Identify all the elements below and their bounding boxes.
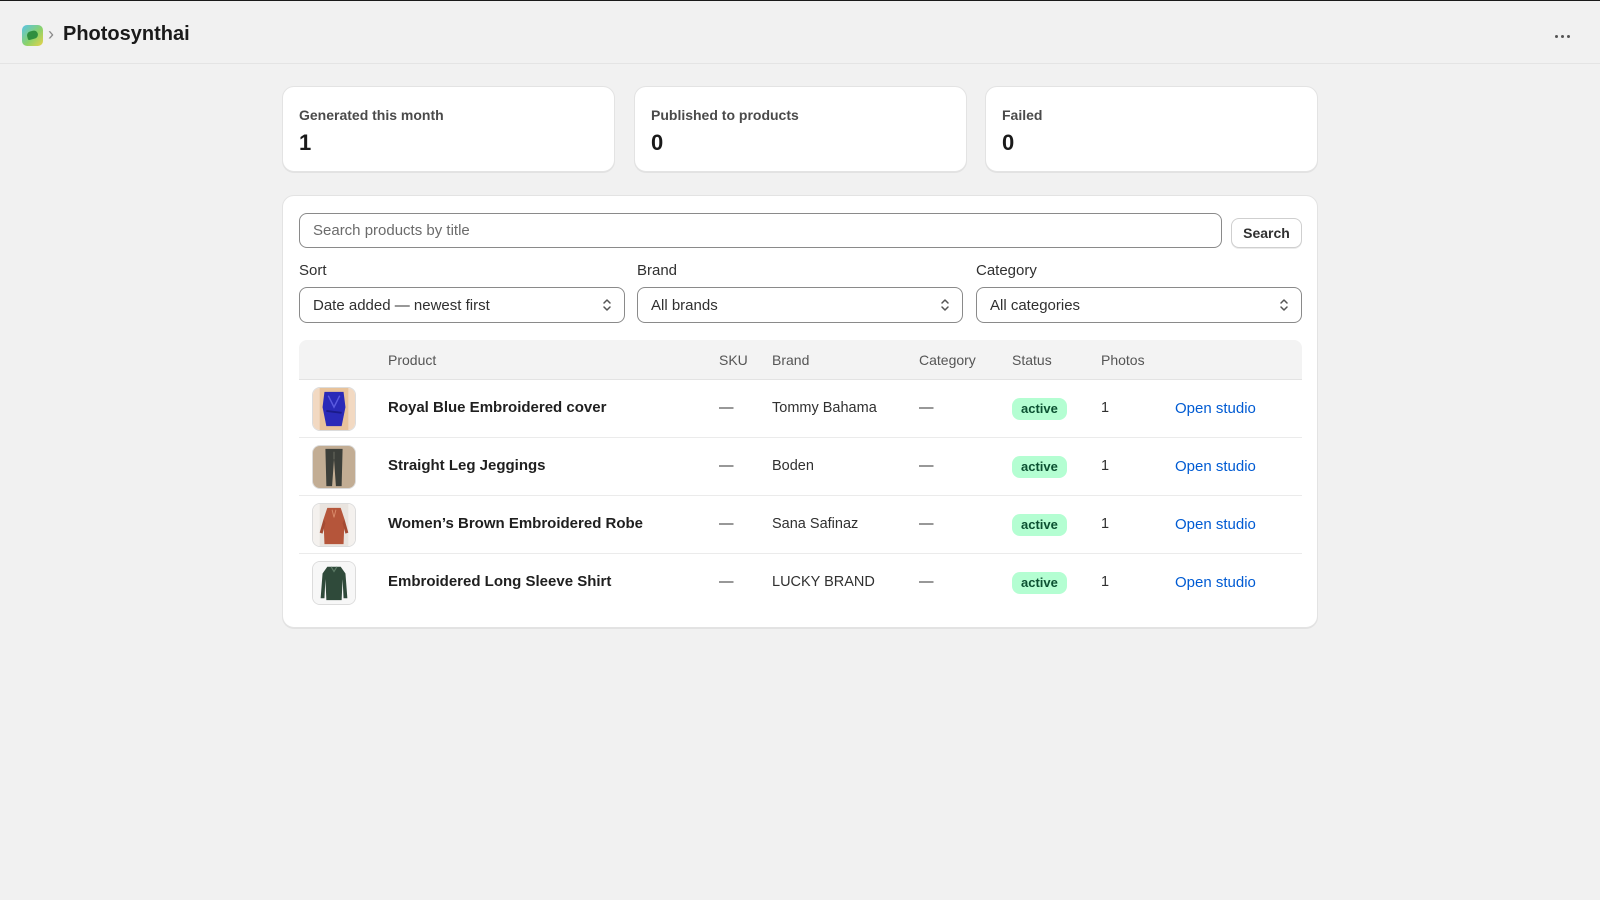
- open-studio-link[interactable]: Open studio: [1175, 400, 1256, 417]
- category-label: Category: [976, 262, 1037, 279]
- table-row[interactable]: Women’s Brown Embroidered Robe — Sana Sa…: [299, 496, 1302, 554]
- select-chevrons-icon: [941, 299, 949, 311]
- product-thumbnail: [312, 503, 356, 547]
- sku-value: —: [719, 574, 734, 590]
- column-header-product: Product: [388, 352, 437, 368]
- stat-label: Generated this month: [299, 107, 444, 123]
- product-title: Embroidered Long Sleeve Shirt: [388, 573, 612, 590]
- stat-card-failed: Failed 0: [985, 86, 1318, 172]
- category-value: —: [919, 458, 934, 474]
- products-table: Product SKU Brand Category Status Photos: [299, 340, 1302, 612]
- top-bar: › Photosynthai: [0, 2, 1600, 64]
- photos-count: 1: [1101, 516, 1110, 532]
- column-header-brand: Brand: [772, 352, 810, 368]
- dark-jeggings-icon: [313, 446, 355, 488]
- category-value: —: [919, 400, 934, 416]
- column-header-category: Category: [919, 352, 976, 368]
- royal-blue-garment-icon: [313, 388, 355, 430]
- green-shirt-icon: [313, 562, 355, 604]
- sort-select-value: Date added — newest first: [313, 297, 490, 314]
- stat-card-generated: Generated this month 1: [282, 86, 615, 172]
- photos-count: 1: [1101, 458, 1110, 474]
- search-input[interactable]: [299, 213, 1222, 248]
- product-thumbnail: [312, 445, 356, 489]
- brand-select-value: All brands: [651, 297, 718, 314]
- status-badge: active: [1012, 456, 1067, 478]
- category-select-value: All categories: [990, 297, 1081, 314]
- breadcrumb-separator: ›: [48, 24, 54, 44]
- photos-count: 1: [1101, 400, 1110, 416]
- product-thumbnail: [312, 561, 356, 605]
- column-header-sku: SKU: [719, 352, 748, 368]
- stat-value: 0: [1002, 130, 1015, 155]
- brand-value: Tommy Bahama: [772, 400, 877, 416]
- column-header-photos: Photos: [1101, 352, 1145, 368]
- open-studio-link[interactable]: Open studio: [1175, 574, 1256, 591]
- open-studio-link[interactable]: Open studio: [1175, 458, 1256, 475]
- brand-value: Sana Safinaz: [772, 516, 859, 532]
- product-title: Straight Leg Jeggings: [388, 457, 546, 474]
- category-value: —: [919, 574, 934, 590]
- app-leaf-icon[interactable]: [22, 25, 43, 46]
- brand-value: Boden: [772, 458, 814, 474]
- stat-value: 1: [299, 130, 312, 155]
- brand-label: Brand: [637, 262, 678, 279]
- photos-count: 1: [1101, 574, 1110, 590]
- search-button[interactable]: Search: [1231, 218, 1302, 248]
- stat-value: 0: [651, 130, 664, 155]
- select-chevrons-icon: [603, 299, 611, 311]
- brand-value: LUCKY BRAND: [772, 574, 875, 590]
- more-actions-button[interactable]: [1548, 22, 1576, 50]
- stat-label: Published to products: [651, 107, 799, 123]
- app-frame: › Photosynthai Generated this month 1 Pu…: [0, 0, 1600, 900]
- table-row[interactable]: Royal Blue Embroidered cover — Tommy Bah…: [299, 380, 1302, 438]
- stat-card-published: Published to products 0: [634, 86, 967, 172]
- category-select[interactable]: All categories: [976, 287, 1302, 323]
- sku-value: —: [719, 516, 734, 532]
- more-horizontal-icon: [1554, 34, 1558, 38]
- column-header-status: Status: [1012, 352, 1052, 368]
- product-title: Women’s Brown Embroidered Robe: [388, 515, 644, 532]
- table-row[interactable]: Straight Leg Jeggings — Boden — active 1…: [299, 438, 1302, 496]
- category-value: —: [919, 516, 934, 532]
- table-row[interactable]: Embroidered Long Sleeve Shirt — LUCKY BR…: [299, 554, 1302, 612]
- status-badge: active: [1012, 514, 1067, 536]
- products-card: Search Sort Date added — newest first Br…: [282, 195, 1318, 628]
- status-badge: active: [1012, 572, 1067, 594]
- brand-select[interactable]: All brands: [637, 287, 963, 323]
- sku-value: —: [719, 458, 734, 474]
- stat-label: Failed: [1002, 107, 1043, 123]
- select-chevrons-icon: [1280, 299, 1288, 311]
- table-header: Product SKU Brand Category Status Photos: [299, 340, 1302, 380]
- sort-select[interactable]: Date added — newest first: [299, 287, 625, 323]
- sort-label: Sort: [299, 262, 327, 279]
- product-title: Royal Blue Embroidered cover: [388, 399, 607, 416]
- sku-value: —: [719, 400, 734, 416]
- open-studio-link[interactable]: Open studio: [1175, 516, 1256, 533]
- brown-robe-icon: [313, 504, 355, 546]
- status-badge: active: [1012, 398, 1067, 420]
- app-title: Photosynthai: [63, 23, 190, 45]
- product-thumbnail: [312, 387, 356, 431]
